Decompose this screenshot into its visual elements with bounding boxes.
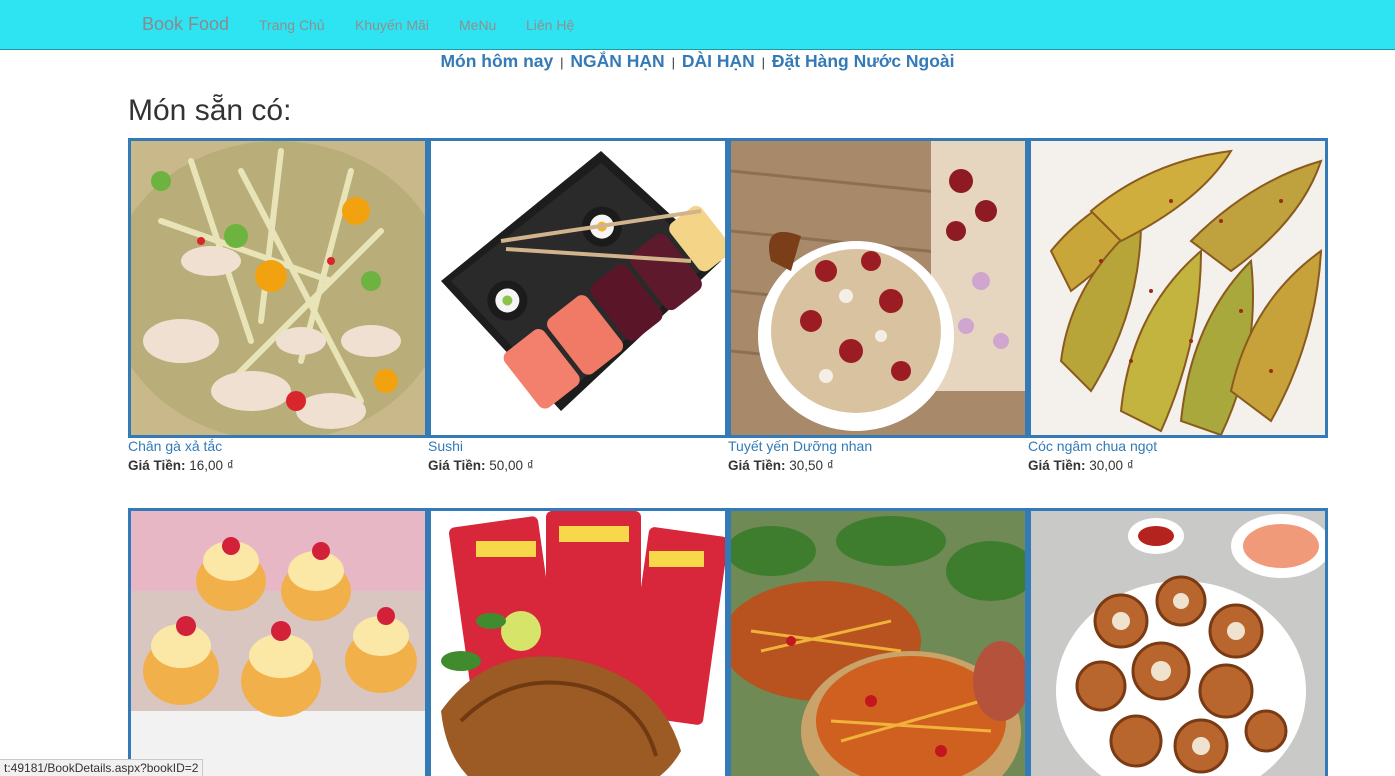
- price-value: 16,00 ₫: [189, 458, 234, 473]
- product-price: Giá Tiền: 30,00 ₫: [1028, 458, 1134, 473]
- bird-nest-dessert-photo: [731, 141, 1025, 435]
- category-today[interactable]: Món hôm nay: [440, 51, 553, 71]
- category-overseas-order[interactable]: Đặt Hàng Nước Ngoài: [772, 51, 955, 71]
- product-price: Giá Tiền: 30,50 ₫: [728, 458, 834, 473]
- product-image-dried-beef[interactable]: [428, 508, 728, 776]
- product-image-bird-nest-dessert[interactable]: [728, 138, 1028, 438]
- brand-link[interactable]: Book Food: [142, 14, 229, 35]
- product-image-pork-cracklings[interactable]: [1028, 508, 1328, 776]
- product-image-pickled-ambarella[interactable]: [1028, 138, 1328, 438]
- price-label: Giá Tiền:: [728, 458, 786, 473]
- price-value: 30,50 ₫: [789, 458, 834, 473]
- product-image-cream-puffs[interactable]: [128, 508, 428, 776]
- category-short-term[interactable]: NGẮN HẠN: [570, 51, 664, 71]
- product-name-link[interactable]: Cóc ngâm chua ngọt: [1028, 438, 1157, 454]
- browser-status-url: t:49181/BookDetails.aspx?bookID=2: [0, 759, 204, 776]
- top-navbar: Book Food Trang Chủ Khuyến Mãi MeNu Liên…: [0, 0, 1395, 50]
- section-title: Món sẵn có:: [128, 94, 292, 127]
- product-price: Giá Tiền: 16,00 ₫: [128, 458, 234, 473]
- nav-link-home[interactable]: Trang Chủ: [259, 17, 325, 33]
- product-image-sushi[interactable]: [428, 138, 728, 438]
- dried-beef-photo: [431, 511, 725, 776]
- product-image-spicy-salad[interactable]: [728, 508, 1028, 776]
- category-separator: |: [761, 55, 766, 70]
- price-label: Giá Tiền:: [128, 458, 186, 473]
- price-label: Giá Tiền:: [428, 458, 486, 473]
- price-value: 30,00 ₫: [1089, 458, 1134, 473]
- product-name-link[interactable]: Sushi: [428, 438, 463, 454]
- price-value: 50,00 ₫: [489, 458, 534, 473]
- product-name-link[interactable]: Chân gà xả tắc: [128, 438, 222, 454]
- category-separator: |: [560, 55, 564, 70]
- category-bar: Món hôm nay | NGẮN HẠN | DÀI HẠN | Đặt H…: [0, 51, 1395, 72]
- category-separator: |: [671, 55, 675, 70]
- spicy-salad-photo: [731, 511, 1025, 776]
- nav-link-menu[interactable]: MeNu: [459, 17, 496, 33]
- product-name-link[interactable]: Tuyết yến Dưỡng nhan: [728, 438, 872, 454]
- nav-link-contact[interactable]: Liên Hệ: [526, 17, 574, 33]
- price-label: Giá Tiền:: [1028, 458, 1086, 473]
- pork-cracklings-photo: [1031, 511, 1325, 776]
- sushi-photo: [431, 141, 725, 435]
- category-long-term[interactable]: DÀI HẠN: [682, 51, 755, 71]
- product-price: Giá Tiền: 50,00 ₫: [428, 458, 534, 473]
- pickled-ambarella-photo: [1031, 141, 1325, 435]
- cream-puffs-photo: [131, 511, 425, 776]
- product-image-chicken-feet[interactable]: [128, 138, 428, 438]
- nav-link-promotions[interactable]: Khuyến Mãi: [355, 17, 429, 33]
- chicken-feet-photo: [131, 141, 425, 435]
